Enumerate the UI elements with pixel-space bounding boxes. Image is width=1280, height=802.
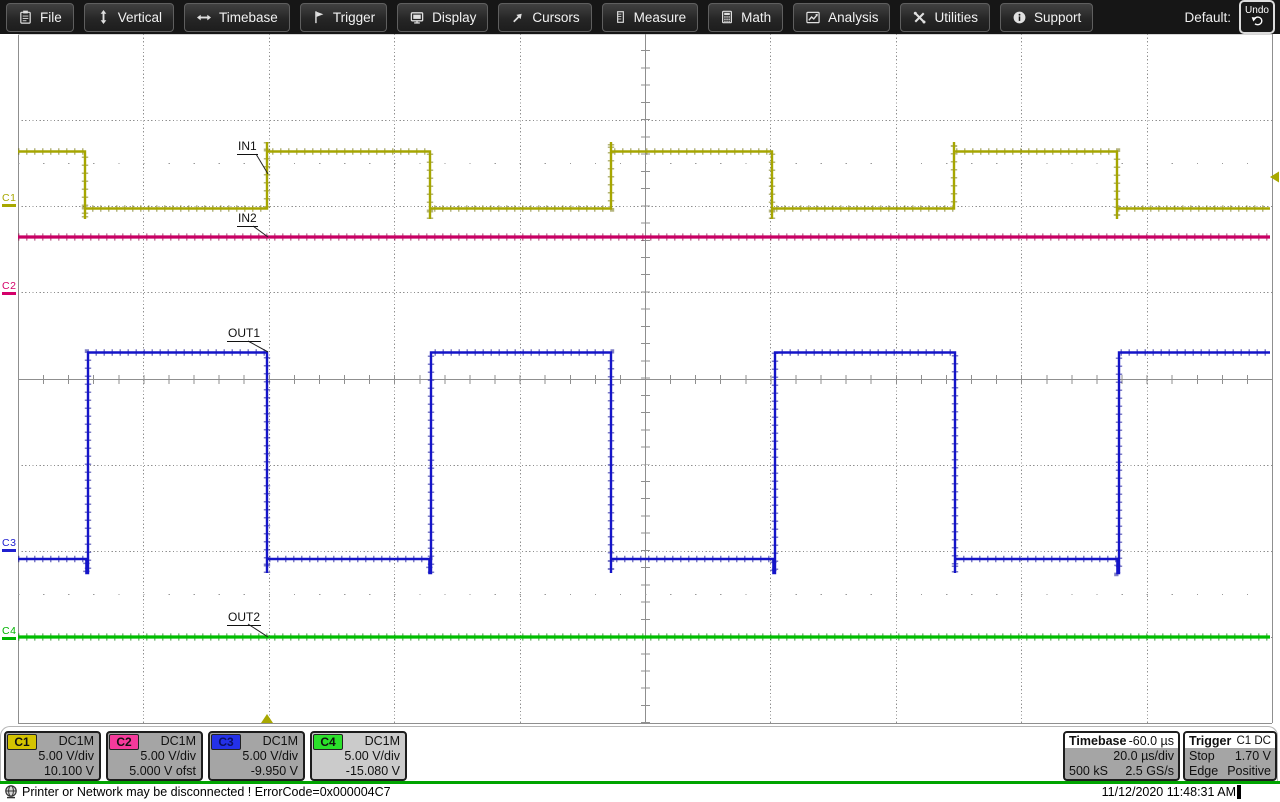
c4-zero-bar — [2, 637, 16, 640]
c3-offset: -9.950 V — [251, 764, 298, 778]
trigger-icon — [312, 9, 326, 25]
menu-button-display[interactable]: Display — [397, 3, 488, 32]
menu-button-trigger[interactable]: Trigger — [300, 3, 387, 32]
trigger-type: Edge — [1189, 764, 1218, 778]
channel-descriptor-c4[interactable]: C4 DC1M 5.00 V/div -15.080 V — [310, 731, 407, 781]
c3-coupling: DC1M — [263, 734, 298, 748]
trigger-source: C1 DC — [1236, 735, 1271, 747]
trace-label-out2[interactable]: OUT2 — [227, 611, 261, 626]
file-icon — [18, 9, 33, 25]
undo-arrow-icon — [1251, 16, 1264, 29]
display-icon — [409, 10, 425, 25]
c2-tab[interactable]: C2 — [109, 734, 139, 750]
default-label: Default: — [1184, 10, 1231, 25]
menu-label: Support — [1034, 10, 1081, 25]
menu-button-support[interactable]: Support — [1000, 3, 1093, 32]
printer-network-icon — [3, 784, 19, 802]
menu-label: Math — [741, 10, 771, 25]
menu-label: Vertical — [118, 10, 162, 25]
menu-button-cursors[interactable]: Cursors — [498, 3, 591, 32]
menu-right-group: Default: Undo — [1184, 0, 1280, 34]
timebase-title: Timebase — [1069, 734, 1126, 748]
trace-label-in2[interactable]: IN2 — [237, 212, 258, 227]
channel-marker-c2[interactable]: C2 — [2, 281, 19, 295]
vertical-icon — [96, 9, 111, 25]
undo-label: Undo — [1245, 5, 1269, 16]
channel-descriptor-c3[interactable]: C3 DC1M 5.00 V/div -9.950 V — [208, 731, 305, 781]
menu-label: Timebase — [219, 10, 278, 25]
c1-coupling: DC1M — [59, 734, 94, 748]
channel-descriptor-c2[interactable]: C2 DC1M 5.00 V/div 5.000 V ofst — [106, 731, 203, 781]
channel-marker-c4[interactable]: C4 — [2, 626, 19, 640]
c2-coupling: DC1M — [161, 734, 196, 748]
c2-scale: 5.00 V/div — [140, 749, 196, 763]
menu-label: Utilities — [934, 10, 978, 25]
undo-button[interactable]: Undo — [1239, 0, 1275, 34]
waveform-display-area — [0, 34, 1280, 729]
trigger-slope: Positive — [1227, 764, 1271, 778]
c1-zero-bar — [2, 204, 16, 207]
math-icon — [720, 9, 734, 25]
timebase-rate: 2.5 GS/s — [1125, 764, 1174, 778]
status-message: Printer or Network may be disconnected !… — [22, 785, 391, 799]
status-timestamp: 11/12/2020 11:48:31 AM — [1102, 785, 1236, 799]
menu-button-timebase[interactable]: Timebase — [184, 3, 290, 32]
menu-button-math[interactable]: Math — [708, 3, 783, 32]
c4-scale: 5.00 V/div — [344, 749, 400, 763]
status-text-cursor — [1237, 785, 1241, 799]
menu-button-vertical[interactable]: Vertical — [84, 3, 174, 32]
channel-marker-c3[interactable]: C3 — [2, 538, 19, 552]
status-bar: Printer or Network may be disconnected !… — [0, 784, 1280, 801]
c4-coupling: DC1M — [365, 734, 400, 748]
timebase-descriptor[interactable]: Timebase -60.0 µs 20.0 µs/div 500 kS 2.5… — [1063, 731, 1180, 781]
menu-button-measure[interactable]: Measure — [602, 3, 699, 32]
menu-button-file[interactable]: File — [6, 3, 74, 32]
channel-descriptor-c1[interactable]: C1 DC1M 5.00 V/div 10.100 V — [4, 731, 101, 781]
c1-offset: 10.100 V — [44, 764, 94, 778]
trace-label-in1[interactable]: IN1 — [237, 140, 258, 155]
c1-scale: 5.00 V/div — [38, 749, 94, 763]
trace-label-out1[interactable]: OUT1 — [227, 327, 261, 342]
trigger-descriptor[interactable]: Trigger C1 DC Stop 1.70 V Edge Positive — [1183, 731, 1277, 781]
c4-tab[interactable]: C4 — [313, 734, 343, 750]
measure-icon — [614, 9, 627, 25]
menu-button-analysis[interactable]: Analysis — [793, 3, 890, 32]
timebase-delay: -60.0 µs — [1129, 734, 1174, 748]
menu-bar: File Vertical Timebase Trigger Display C… — [0, 0, 1280, 34]
c2-zero-bar — [2, 292, 16, 295]
timebase-icon — [196, 10, 212, 25]
timebase-samples: 500 kS — [1069, 764, 1108, 778]
c3-zero-bar — [2, 549, 16, 552]
analysis-icon — [805, 10, 821, 25]
menu-label: Analysis — [828, 10, 878, 25]
menu-label: Trigger — [333, 10, 375, 25]
cursors-icon — [510, 10, 525, 25]
menu-label: File — [40, 10, 62, 25]
timebase-scale: 20.0 µs/div — [1113, 749, 1174, 763]
trigger-mode: Stop — [1189, 749, 1215, 763]
trigger-level: 1.70 V — [1235, 749, 1271, 763]
menu-label: Measure — [634, 10, 687, 25]
trigger-title: Trigger — [1189, 734, 1231, 748]
c4-offset: -15.080 V — [346, 764, 400, 778]
menu-label: Display — [432, 10, 476, 25]
utilities-icon — [912, 10, 927, 25]
c2-offset: 5.000 V ofst — [129, 764, 196, 778]
menu-label: Cursors — [532, 10, 579, 25]
channel-marker-c1[interactable]: C1 — [2, 193, 19, 207]
menu-button-utilities[interactable]: Utilities — [900, 3, 990, 32]
support-icon — [1012, 10, 1027, 25]
c1-tab[interactable]: C1 — [7, 734, 37, 750]
c3-scale: 5.00 V/div — [242, 749, 298, 763]
c3-tab[interactable]: C3 — [211, 734, 241, 750]
